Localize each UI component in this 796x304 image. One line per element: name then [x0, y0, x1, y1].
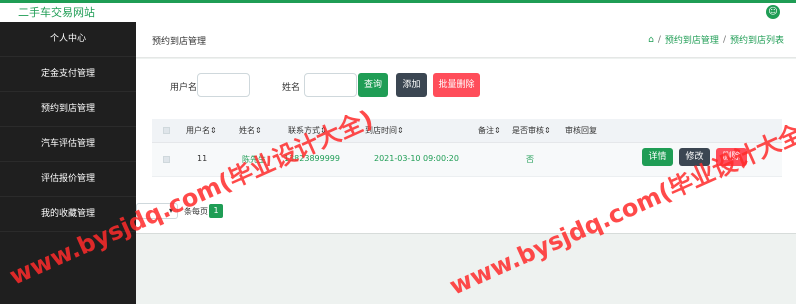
query-button[interactable]: 查询 [358, 73, 388, 97]
sidebar-item-label: 评估报价管理 [40, 174, 95, 184]
name-cell: 陈先生 [242, 155, 266, 164]
column-header-label: 联系方式 [288, 126, 320, 135]
sidebar-item-label: 定金支付管理 [40, 69, 95, 79]
app-title: 二手车交易网站 [18, 6, 95, 19]
audit-status-cell: 否 [526, 155, 534, 164]
sidebar-item-appointment-management[interactable]: 预约到店管理 [0, 92, 136, 127]
breadcrumb: ⌂ / 预约到店管理 / 预约到店列表 [648, 33, 784, 47]
sidebar-item-deposit-payment[interactable]: 定金支付管理 [0, 57, 136, 92]
row-checkbox[interactable] [163, 156, 170, 163]
column-header-note[interactable]: 备注⇕ [478, 125, 501, 136]
column-header-label: 到店时间 [365, 126, 397, 135]
breadcrumb-separator: / [722, 34, 726, 45]
sidebar-item-label: 汽车评估管理 [40, 139, 95, 149]
name-input[interactable] [304, 73, 357, 97]
sidebar-item-evaluation-quote[interactable]: 评估报价管理 [0, 162, 136, 197]
top-bar: 二手车交易网站 ☺ [0, 0, 796, 22]
delete-button[interactable]: 删除 [716, 148, 747, 166]
chevron-down-icon: ▾ [168, 206, 173, 215]
add-button[interactable]: 添加 [396, 73, 427, 97]
sidebar-item-label: 我的收藏管理 [40, 209, 95, 219]
per-page-label: 条每页 [184, 207, 208, 216]
username-label: 用户名 [170, 83, 198, 93]
column-header-label: 姓名 [239, 126, 255, 135]
username-input[interactable] [197, 73, 250, 97]
sidebar-item-personal-center[interactable]: 个人中心 [0, 22, 136, 57]
phone-cell: 13823899999 [284, 154, 340, 163]
visit-time-cell: 2021-03-10 09:00:20 [374, 154, 459, 163]
column-header-name[interactable]: 姓名⇕ [239, 125, 262, 136]
sidebar-item-favorites[interactable]: 我的收藏管理 [0, 197, 136, 232]
breadcrumb-item-appointment-list: 预约到店列表 [729, 36, 784, 46]
page-number-current[interactable]: 1 [209, 204, 223, 218]
column-header-visit-time[interactable]: 到店时间⇕ [365, 125, 404, 136]
name-label: 姓名 [282, 83, 301, 93]
list-panel: 用户名 姓名 查询 添加 批量删除 用户名⇕ 姓名⇕ 联系方式⇕ 到店时间⇕ 备… [136, 59, 796, 234]
username-cell: 11 [197, 154, 208, 163]
column-header-label: 是否审核 [512, 126, 544, 135]
breadcrumb-item-appointment-management[interactable]: 预约到店管理 [665, 33, 719, 46]
column-header-username[interactable]: 用户名⇕ [186, 125, 217, 136]
per-page-select[interactable]: ▾ [136, 203, 178, 219]
user-icon[interactable]: ☺ [766, 5, 780, 19]
sidebar-item-label: 预约到店管理 [40, 104, 95, 114]
sidebar-item-car-evaluation[interactable]: 汽车评估管理 [0, 127, 136, 162]
column-header-contact[interactable]: 联系方式⇕ [288, 125, 327, 136]
detail-button[interactable]: 详情 [642, 148, 673, 166]
edit-button[interactable]: 修改 [679, 148, 710, 166]
column-header-audit-status[interactable]: 是否审核⇕ [512, 125, 551, 136]
breadcrumb-separator: / [657, 34, 661, 45]
select-all-checkbox[interactable] [163, 127, 170, 134]
home-icon[interactable]: ⌂ [648, 35, 654, 45]
page-title: 预约到店管理 [152, 37, 207, 47]
column-header-label: 备注 [478, 126, 494, 135]
table-header: 用户名⇕ 姓名⇕ 联系方式⇕ 到店时间⇕ 备注⇕ 是否审核⇕ 审核回复 [152, 119, 782, 143]
search-row: 用户名 姓名 查询 添加 批量删除 [136, 73, 796, 103]
column-header-label: 用户名 [186, 126, 210, 135]
page-header: 预约到店管理 ⌂ / 预约到店管理 / 预约到店列表 [136, 22, 796, 58]
pagination: ▾ 条每页 1 [136, 201, 796, 223]
sidebar-item-label: 个人中心 [49, 34, 86, 44]
table-row: 11 陈先生 13823899999 2021-03-10 09:00:20 否… [152, 143, 782, 177]
main-content: 预约到店管理 ⌂ / 预约到店管理 / 预约到店列表 用户名 姓名 查询 添加 … [136, 22, 796, 304]
column-header-audit-reply: 审核回复 [565, 126, 597, 135]
sidebar: 个人中心 定金支付管理 预约到店管理 汽车评估管理 评估报价管理 我的收藏管理 [0, 22, 136, 304]
batch-delete-button[interactable]: 批量删除 [433, 73, 480, 97]
